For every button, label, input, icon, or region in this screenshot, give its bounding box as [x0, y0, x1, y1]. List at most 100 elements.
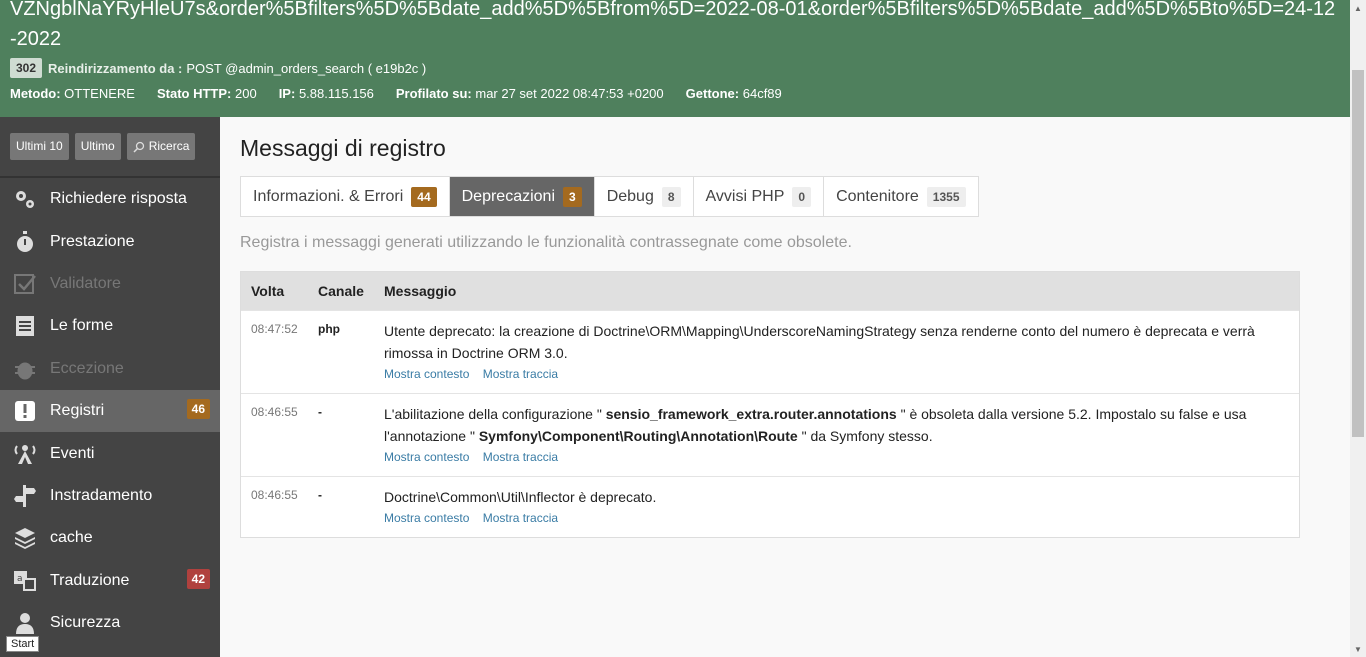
scroll-thumb[interactable] [1352, 70, 1364, 437]
main-panel: Messaggi di registro Informazioni. & Err… [220, 117, 1350, 657]
translation-count-badge: 42 [186, 568, 210, 589]
tab-count-badge: 0 [792, 186, 812, 207]
profiler-header: VZNgblNaYRyHleU7s&order%5Bfilters%5D%5Bd… [0, 0, 1350, 117]
sidebar-item-events[interactable]: Eventi [0, 432, 220, 474]
redirect-info: 302 Reindirizzamento da : POST @admin_or… [10, 57, 426, 79]
sidebar-item-label: Traduzione [50, 571, 130, 589]
tab-container[interactable]: Contenitore 1355 [824, 177, 977, 216]
sidebar-item-label: Eventi [50, 444, 95, 462]
page-scrollbar[interactable]: ▲ ▼ [1350, 0, 1366, 657]
show-context-link[interactable]: Mostra contesto [384, 450, 469, 464]
meta-method: Metodo: OTTENERE [10, 86, 135, 101]
tab-label: Contenitore [836, 187, 919, 205]
search-icon [133, 141, 145, 153]
person-icon [12, 610, 38, 636]
row-time: 08:46:55 [251, 488, 298, 502]
latest-button[interactable]: Ultimo [74, 133, 121, 160]
show-trace-link[interactable]: Mostra traccia [483, 450, 558, 464]
row-message: Utente deprecato: la creazione di Doctri… [384, 323, 1255, 361]
sidebar-item-label: cache [50, 529, 93, 547]
bug-icon [12, 356, 38, 382]
meta-http-status: Stato HTTP: 200 [156, 86, 257, 101]
tab-info-errors[interactable]: Informazioni. & Errori 44 [241, 177, 450, 216]
sidebar-item-label: Le forme [50, 317, 114, 335]
tab-description: Registra i messaggi generati utilizzando… [240, 234, 852, 251]
meta-token: Gettone: 64cf89 [685, 86, 782, 101]
tab-label: Avvisi PHP [705, 187, 785, 205]
checkbox-icon [12, 271, 38, 297]
sidebar-item-label: Prestazione [50, 232, 135, 250]
row-links: Mostra contesto Mostra traccia [384, 448, 1289, 466]
log-table: Volta Canale Messaggio 08:47:52 php Uten… [240, 271, 1300, 538]
signpost-icon [12, 483, 38, 509]
translate-icon: a [12, 568, 38, 594]
sidebar-item-label: Instradamento [50, 486, 153, 504]
logs-count-badge: 46 [186, 398, 210, 419]
meta-profiled-at: Profilato su: mar 27 set 2022 08:47:53 +… [395, 86, 664, 101]
table-row: 08:47:52 php Utente deprecato: la creazi… [241, 310, 1299, 393]
sidebar-item-exception[interactable]: Eccezione [0, 348, 220, 390]
request-url: VZNgblNaYRyHleU7s&order%5Bfilters%5D%5Bd… [10, 0, 1336, 50]
tab-debug[interactable]: Debug 8 [595, 177, 694, 216]
table-row: 08:46:55 - L'abilitazione della configur… [241, 393, 1299, 476]
last-10-button[interactable]: Ultimi 10 [10, 133, 69, 160]
sidebar-buttons: Ultimi 10 Ultimo Ricerca [10, 133, 196, 160]
sidebar-item-forms[interactable]: Le forme [0, 305, 220, 347]
redirect-value: POST @admin_orders_search ( e19b2c ) [186, 60, 427, 76]
sidebar-item-label: Eccezione [50, 359, 124, 377]
show-context-link[interactable]: Mostra contesto [384, 511, 469, 525]
tab-label: Informazioni. & Errori [253, 187, 404, 205]
meta-ip: IP: 5.88.115.156 [278, 86, 374, 101]
sidebar-item-label: Registri [50, 402, 105, 420]
show-context-link[interactable]: Mostra contesto [384, 367, 469, 381]
row-links: Mostra contesto Mostra traccia [384, 509, 1289, 527]
exclamation-icon [12, 398, 38, 424]
svg-text:a: a [17, 574, 23, 584]
tab-deprecations[interactable]: Deprecazioni 3 [449, 177, 595, 216]
log-tabs: Informazioni. & Errori 44 Deprecazioni 3… [240, 176, 979, 217]
tab-count-badge: 44 [411, 186, 437, 207]
row-time: 08:47:52 [251, 322, 298, 336]
row-links: Mostra contesto Mostra traccia [384, 365, 1289, 383]
annotation-class: Symfony\Component\Routing\Annotation\Rou… [478, 428, 798, 444]
sidebar-item-translation[interactable]: a Traduzione 42 [0, 560, 220, 602]
sidebar-item-routing[interactable]: Instradamento [0, 475, 220, 517]
scroll-up-arrow-icon[interactable]: ▲ [1350, 0, 1366, 16]
tab-count-badge: 8 [661, 186, 681, 207]
header-time: Volta [251, 283, 285, 299]
row-message-cell: Doctrine\Common\Util\Inflector è depreca… [374, 486, 1299, 527]
row-channel: - [318, 488, 322, 502]
sidebar-item-performance[interactable]: Prestazione [0, 220, 220, 262]
sidebar-item-logs[interactable]: Registri 46 [0, 389, 220, 433]
tab-label: Debug [606, 187, 654, 205]
status-code-badge: 302 [10, 58, 43, 78]
config-key: sensio_framework_extra.router.annotation… [605, 406, 897, 422]
sidebar-item-request[interactable]: Richiedere risposta [0, 178, 220, 220]
table-row: 08:46:55 - Doctrine\Common\Util\Inflecto… [241, 476, 1299, 537]
page-title: Messaggi di registro [240, 135, 446, 161]
tab-count-badge: 1355 [926, 186, 966, 207]
start-tooltip: Start [6, 636, 40, 652]
show-trace-link[interactable]: Mostra traccia [483, 511, 558, 525]
tab-count-badge: 3 [563, 186, 582, 207]
row-message: L'abilitazione della configurazione " se… [384, 406, 1247, 444]
row-message-cell: L'abilitazione della configurazione " se… [374, 403, 1299, 466]
search-button-label: Ricerca [148, 139, 190, 153]
row-channel: - [318, 405, 322, 419]
request-meta: Metodo: OTTENERE Stato HTTP: 200 IP: 5.8… [10, 86, 804, 101]
header-channel: Canale [318, 283, 364, 299]
table-header: Volta Canale Messaggio [241, 272, 1299, 310]
row-message: Doctrine\Common\Util\Inflector è depreca… [384, 489, 657, 505]
scroll-down-arrow-icon[interactable]: ▼ [1350, 641, 1366, 657]
sidebar-item-label: Sicurezza [50, 614, 121, 632]
search-button[interactable]: Ricerca [126, 133, 196, 160]
tab-label: Deprecazioni [461, 187, 556, 205]
sidebar: Ultimi 10 Ultimo Ricerca Richiedere risp… [0, 117, 220, 657]
layers-icon [12, 525, 38, 551]
show-trace-link[interactable]: Mostra traccia [483, 367, 558, 381]
form-icon [12, 313, 38, 339]
tab-php-notices[interactable]: Avvisi PHP 0 [694, 177, 825, 216]
row-channel: php [318, 322, 340, 336]
sidebar-item-validator[interactable]: Validatore [0, 263, 220, 305]
sidebar-item-cache[interactable]: cache [0, 517, 220, 559]
